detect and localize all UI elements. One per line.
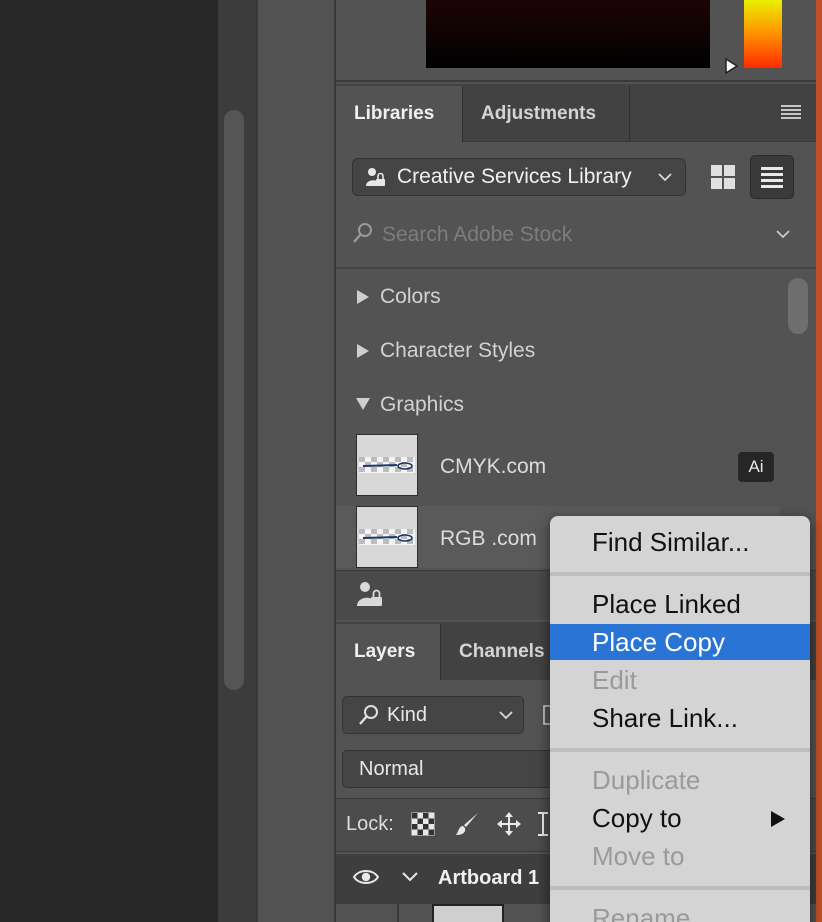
collapse-arrow-icon[interactable] bbox=[355, 397, 371, 411]
graphic-label-rgb[interactable]: RGB .com bbox=[440, 525, 537, 553]
library-select[interactable]: Creative Services Library bbox=[352, 158, 686, 196]
library-scrollbar-thumb[interactable] bbox=[788, 278, 808, 334]
menu-separator bbox=[550, 572, 810, 576]
tab-adjustments[interactable]: Adjustments bbox=[463, 86, 629, 142]
chevron-down-icon bbox=[658, 173, 672, 182]
menu-separator bbox=[550, 748, 810, 752]
tab-libraries[interactable]: Libraries bbox=[336, 86, 462, 142]
checkerboard-logo-icon bbox=[357, 435, 417, 495]
artboard-name[interactable]: Artboard 1 bbox=[438, 864, 539, 892]
hue-slider[interactable] bbox=[744, 0, 782, 68]
divider bbox=[336, 267, 816, 269]
graphic-thumbnail[interactable] bbox=[356, 506, 418, 568]
menu-item-edit[interactable]: Edit bbox=[550, 662, 810, 698]
search-icon bbox=[359, 705, 378, 725]
menu-item-place-linked[interactable]: Place Linked bbox=[550, 586, 810, 622]
graphic-label-cmyk[interactable]: CMYK.com bbox=[440, 453, 546, 481]
menu-item-copy-to-label: Copy to bbox=[592, 803, 682, 833]
canvas-area bbox=[0, 0, 218, 922]
menu-item-move-to[interactable]: Move to bbox=[550, 838, 810, 874]
menu-item-find-similar[interactable]: Find Similar... bbox=[550, 524, 810, 560]
menu-item-place-copy[interactable]: Place Copy bbox=[550, 624, 810, 660]
expand-arrow-icon[interactable] bbox=[356, 343, 370, 359]
expand-arrow-icon[interactable] bbox=[356, 289, 370, 305]
lock-image-pixels-icon[interactable] bbox=[454, 811, 480, 837]
color-saturation-field[interactable] bbox=[426, 0, 710, 68]
search-source-chevron-icon[interactable] bbox=[774, 225, 792, 243]
search-adobe-stock-input[interactable] bbox=[382, 220, 762, 250]
graphic-thumbnail[interactable] bbox=[356, 434, 418, 496]
panel-gutter bbox=[258, 0, 334, 922]
hue-pointer-icon[interactable] bbox=[724, 58, 740, 74]
blend-mode-select[interactable]: Normal bbox=[342, 750, 558, 788]
canvas-scrollbar-thumb[interactable] bbox=[224, 110, 244, 690]
window-edge bbox=[816, 0, 822, 922]
context-menu: Find Similar... Place Linked Place Copy … bbox=[550, 516, 810, 922]
layer-indent-line bbox=[397, 904, 399, 922]
layer-thumbnail[interactable] bbox=[432, 904, 504, 922]
tab-layers[interactable]: Layers bbox=[336, 624, 440, 680]
chevron-down-icon bbox=[499, 711, 513, 720]
illustrator-badge: Ai bbox=[738, 452, 774, 482]
tab-divider bbox=[629, 86, 630, 142]
shared-library-icon bbox=[366, 168, 385, 186]
lock-transparent-pixels-icon[interactable] bbox=[410, 811, 436, 837]
eye-visibility-icon[interactable] bbox=[352, 866, 380, 888]
lock-label: Lock: bbox=[346, 813, 394, 835]
menu-item-copy-to[interactable]: Copy to bbox=[550, 800, 810, 836]
lock-artboard-icon[interactable] bbox=[536, 811, 550, 837]
menu-separator bbox=[550, 886, 810, 890]
library-permissions-icon[interactable] bbox=[356, 580, 384, 608]
section-graphics[interactable]: Graphics bbox=[380, 391, 464, 419]
search-icon bbox=[353, 223, 372, 243]
list-view-icon bbox=[761, 167, 783, 188]
menu-item-duplicate[interactable]: Duplicate bbox=[550, 762, 810, 798]
checkerboard-logo-icon bbox=[357, 507, 417, 567]
submenu-arrow-icon bbox=[771, 811, 785, 827]
lock-position-icon[interactable] bbox=[496, 811, 522, 837]
menu-item-rename[interactable]: Rename bbox=[550, 900, 810, 922]
grid-view-icon[interactable] bbox=[710, 164, 736, 190]
menu-item-share-link[interactable]: Share Link... bbox=[550, 700, 810, 736]
section-colors[interactable]: Colors bbox=[380, 283, 441, 311]
section-character-styles[interactable]: Character Styles bbox=[380, 337, 535, 365]
chevron-down-icon[interactable] bbox=[400, 868, 420, 886]
hamburger-menu-icon[interactable] bbox=[780, 104, 802, 120]
